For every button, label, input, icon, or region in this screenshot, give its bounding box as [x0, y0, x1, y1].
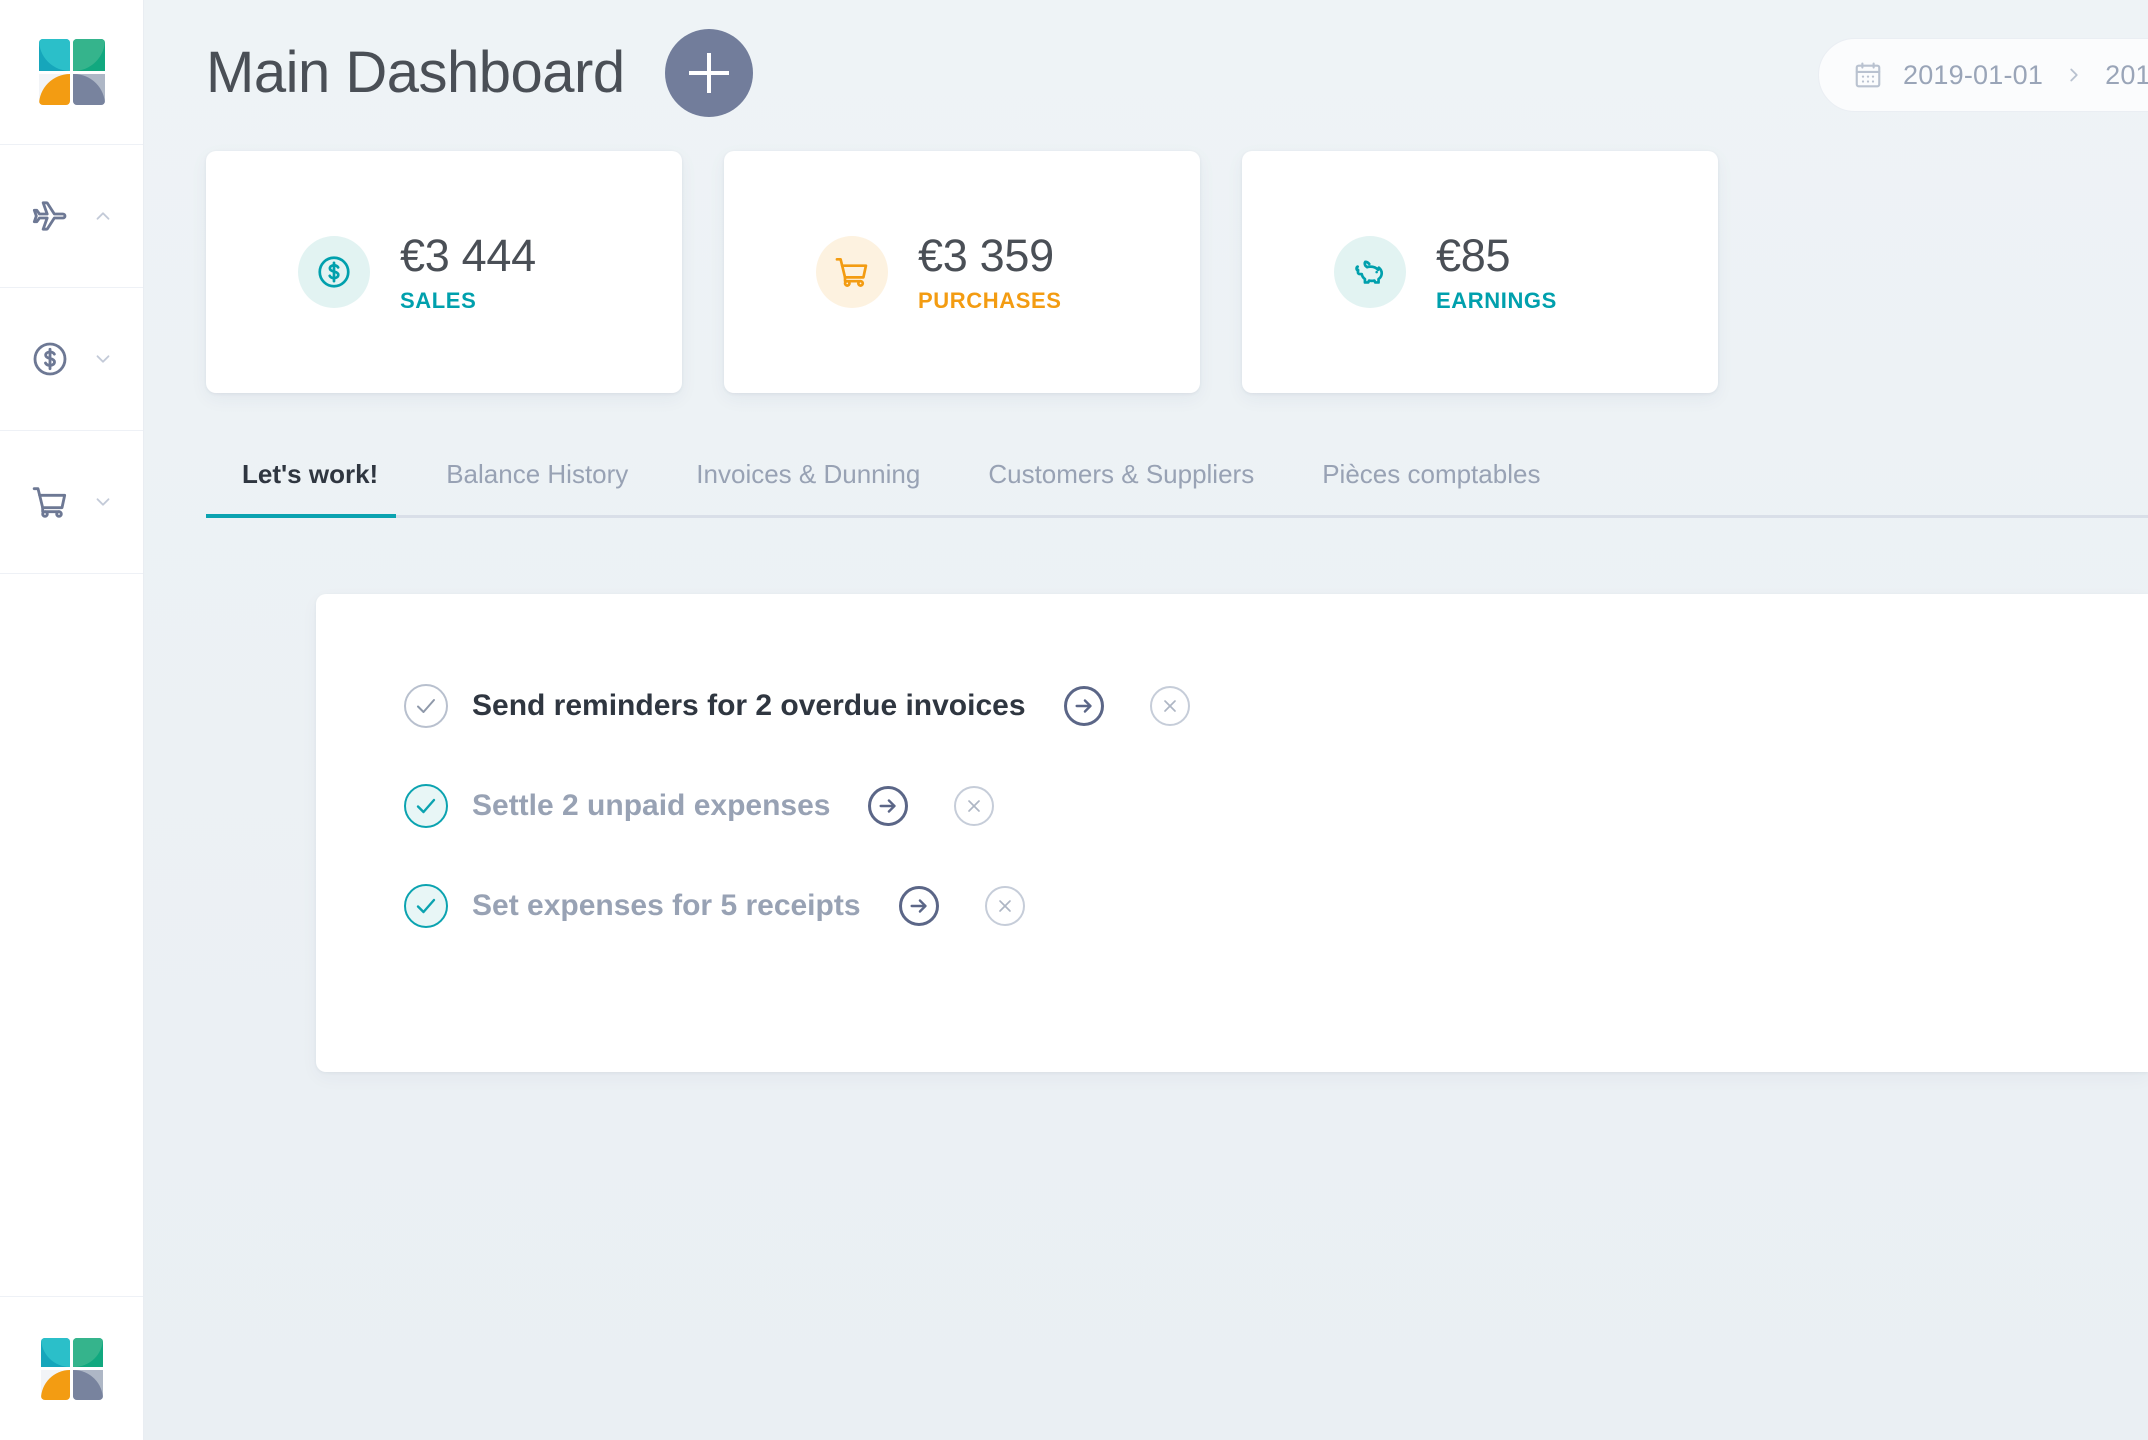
- task-row: Settle 2 unpaid expenses: [404, 784, 2148, 828]
- tab-customers-suppliers[interactable]: Customers & Suppliers: [954, 459, 1288, 518]
- arrow-right-icon[interactable]: [868, 786, 909, 826]
- check-icon[interactable]: [404, 684, 448, 728]
- piggy-bank-icon: [1334, 236, 1406, 308]
- main-content: Main Dashboard 2019-01-01 201 €3 444 SAL…: [144, 0, 2148, 1440]
- tab-list: Let's work! Balance History Invoices & D…: [206, 459, 2148, 518]
- stat-card-earnings[interactable]: €85 EARNINGS: [1242, 151, 1718, 393]
- stat-text-group: €85 EARNINGS: [1436, 230, 1557, 314]
- stat-value: €85: [1436, 230, 1511, 281]
- stat-text-group: €3 359 PURCHASES: [918, 230, 1062, 314]
- calendar-icon: [1853, 60, 1883, 90]
- close-icon[interactable]: [954, 786, 995, 826]
- task-row: Send reminders for 2 overdue invoices: [404, 684, 2148, 728]
- stat-label: EARNINGS: [1436, 288, 1557, 313]
- close-icon[interactable]: [1149, 686, 1190, 726]
- page-header: Main Dashboard 2019-01-01 201: [144, 0, 2148, 145]
- close-icon[interactable]: [984, 886, 1025, 926]
- arrow-right-icon[interactable]: [898, 886, 939, 926]
- sidebar-item-purchases[interactable]: [0, 431, 143, 574]
- plus-icon: [688, 52, 729, 93]
- sidebar-item-travel[interactable]: [0, 145, 143, 288]
- logo-quadrant-orange: [40, 1370, 70, 1400]
- shopping-cart-icon: [30, 482, 70, 522]
- stat-text-group: €3 444 SALES: [400, 230, 536, 314]
- task-label: Send reminders for 2 overdue invoices: [472, 689, 1026, 722]
- sidebar: [0, 0, 144, 1440]
- add-widget-button[interactable]: [664, 28, 753, 117]
- logo-quadrant-teal: [38, 39, 70, 71]
- arrow-right-icon[interactable]: [1063, 686, 1104, 726]
- tasks-panel: Send reminders for 2 overdue invoices Se…: [316, 594, 2148, 1072]
- tab-lets-work[interactable]: Let's work!: [206, 459, 412, 518]
- chevron-down-icon: [92, 491, 114, 513]
- dashboard-app: Main Dashboard 2019-01-01 201 €3 444 SAL…: [0, 0, 2148, 1440]
- app-logo-icon: [38, 39, 105, 105]
- stat-label: SALES: [400, 288, 477, 313]
- stat-value: €3 444: [400, 230, 536, 281]
- tab-balance-history[interactable]: Balance History: [412, 459, 662, 518]
- task-label: Set expenses for 5 receipts: [472, 889, 861, 922]
- logo-quadrant-slate: [73, 1370, 103, 1400]
- tab-underline: [206, 515, 2148, 518]
- chevron-down-icon: [92, 348, 114, 370]
- logo-quadrant-orange: [38, 73, 70, 105]
- sidebar-footer-logo[interactable]: [0, 1297, 143, 1440]
- stat-label: PURCHASES: [918, 288, 1062, 313]
- check-icon[interactable]: [404, 784, 448, 828]
- stat-cards: €3 444 SALES €3 359 PURCHASES €85 EARNIN…: [144, 151, 2148, 393]
- stat-value: €3 359: [918, 230, 1054, 281]
- date-range-end: 2019: [2105, 59, 2148, 90]
- tab-active-indicator: [206, 514, 396, 518]
- app-logo-footer-icon: [40, 1337, 103, 1400]
- check-icon[interactable]: [404, 884, 448, 928]
- task-row: Set expenses for 5 receipts: [404, 884, 2148, 928]
- date-range-start: 2019-01-01: [1903, 59, 2044, 90]
- tab-pieces-comptables[interactable]: Pièces comptables: [1288, 459, 1574, 518]
- page-title: Main Dashboard: [206, 40, 625, 105]
- stat-card-purchases[interactable]: €3 359 PURCHASES: [724, 151, 1200, 393]
- date-range-picker[interactable]: 2019-01-01 2019: [1818, 38, 2148, 112]
- chevron-right-icon: [2063, 64, 2085, 86]
- dollar-circle-icon: [30, 339, 70, 379]
- task-label: Settle 2 unpaid expenses: [472, 789, 831, 822]
- logo-quadrant-teal: [40, 1337, 70, 1367]
- logo-quadrant-green: [73, 39, 105, 71]
- logo-quadrant-slate: [73, 73, 105, 105]
- sidebar-spacer: [0, 574, 143, 1297]
- plane-icon: [30, 196, 70, 236]
- logo-quadrant-green: [73, 1337, 103, 1367]
- stat-card-sales[interactable]: €3 444 SALES: [206, 151, 682, 393]
- sidebar-logo[interactable]: [0, 0, 143, 145]
- dollar-circle-icon: [298, 236, 370, 308]
- shopping-cart-icon: [816, 236, 888, 308]
- sidebar-item-sales[interactable]: [0, 288, 143, 431]
- dashboard-tabs: Let's work! Balance History Invoices & D…: [144, 459, 2148, 518]
- tab-invoices-dunning[interactable]: Invoices & Dunning: [662, 459, 954, 518]
- chevron-up-icon: [92, 205, 114, 227]
